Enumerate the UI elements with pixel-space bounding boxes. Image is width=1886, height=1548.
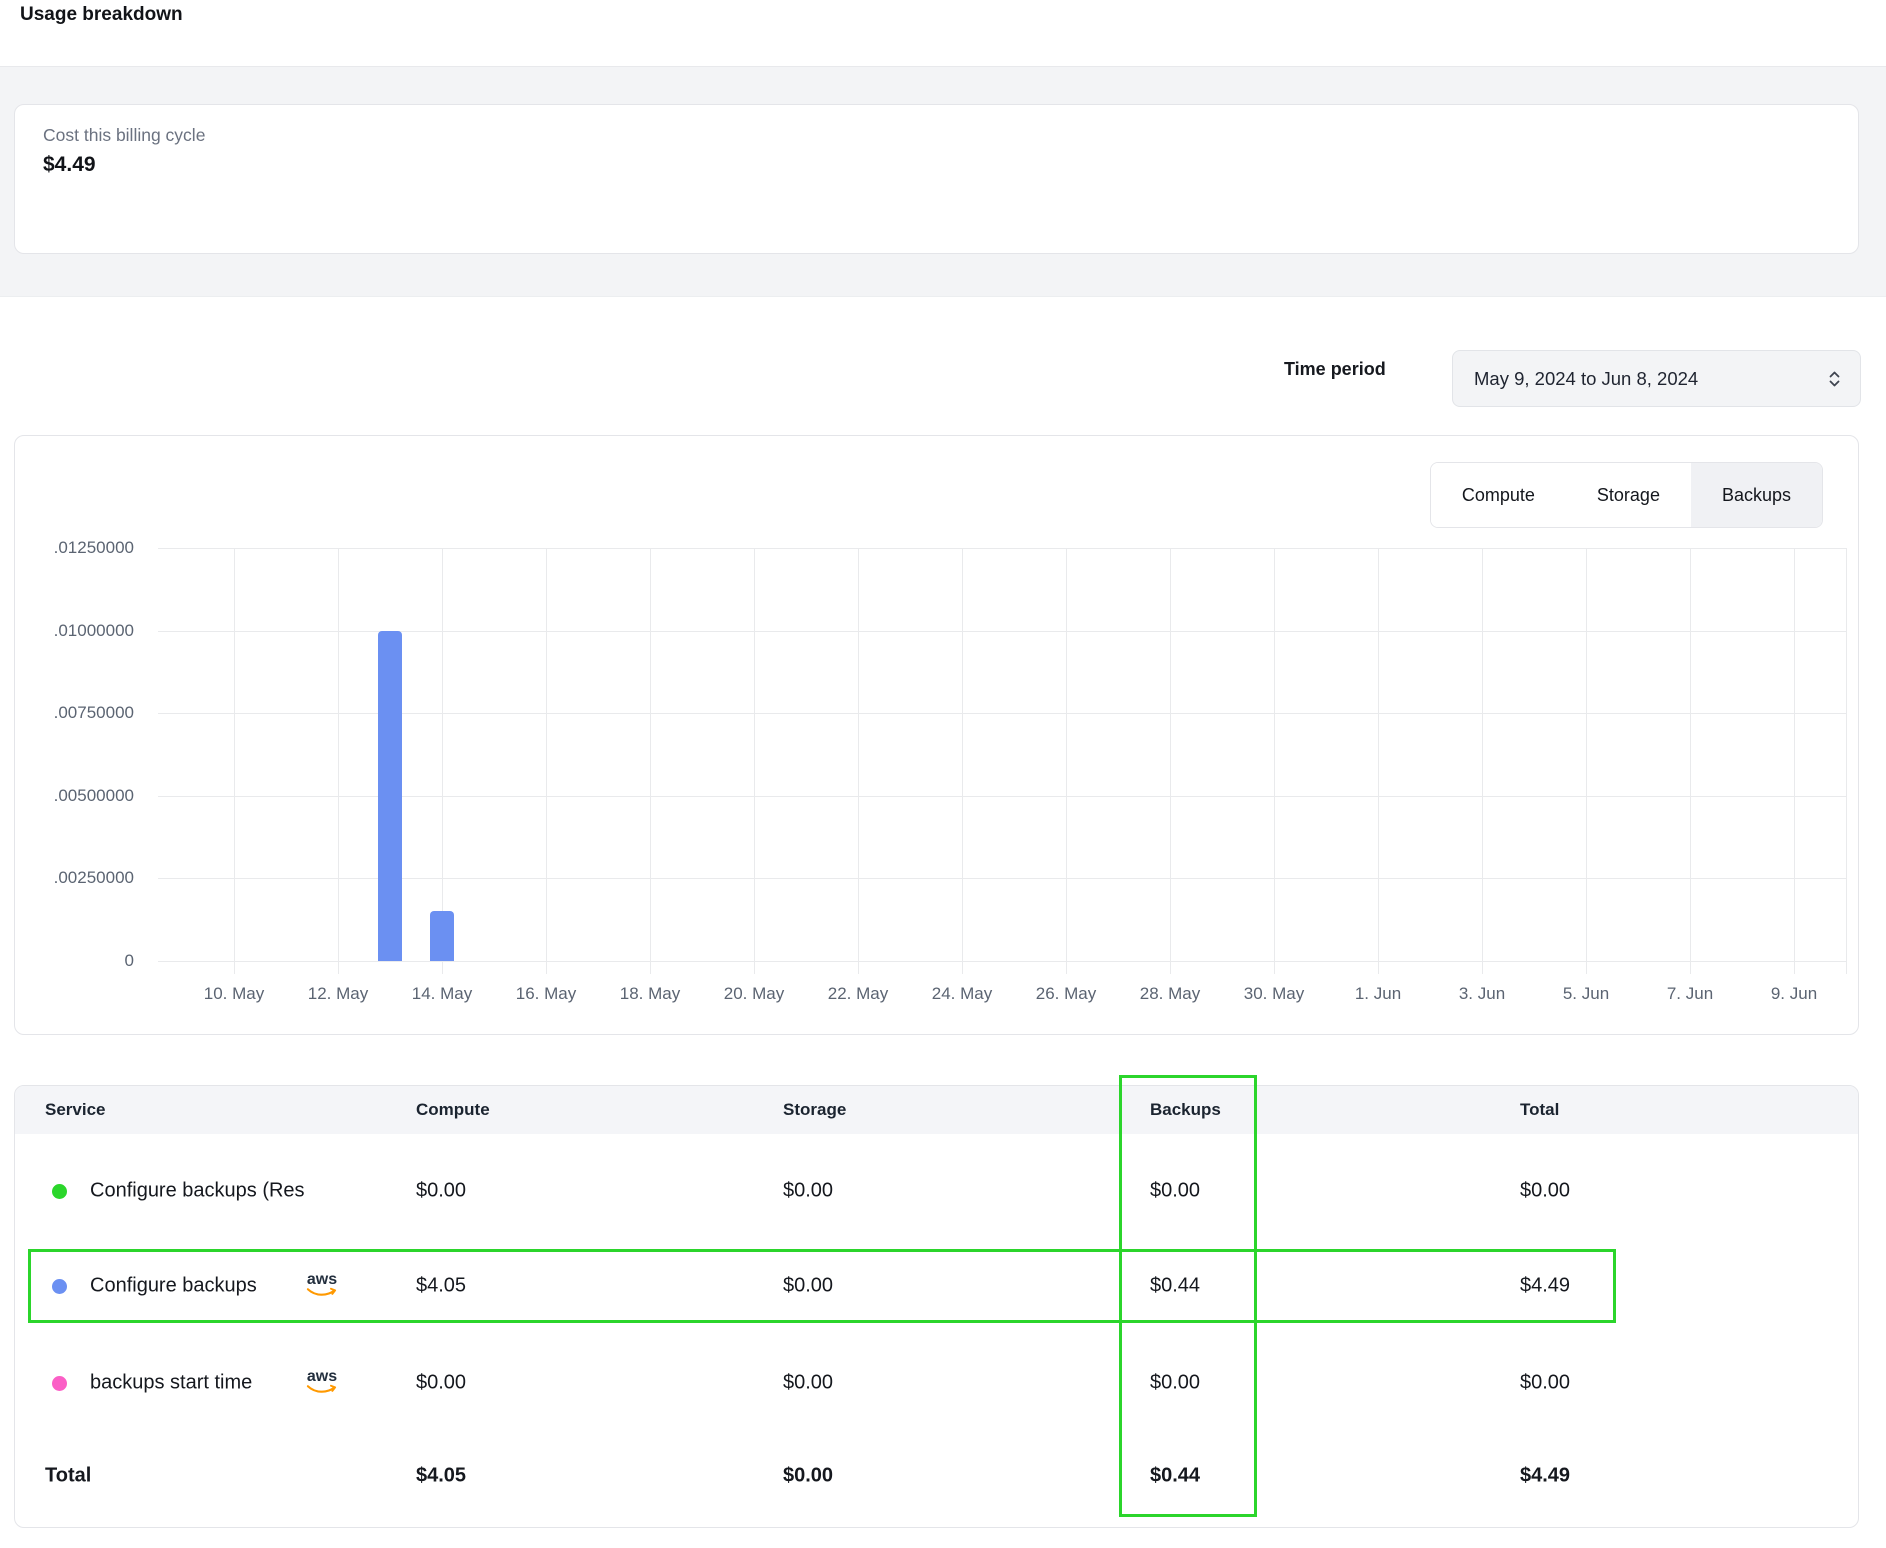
grand-total: $4.49 (1520, 1465, 1570, 1488)
gridline (442, 548, 443, 974)
backups-cost: $0.00 (1150, 1180, 1200, 1203)
x-axis-tick-label: 1. Jun (1326, 984, 1430, 1004)
y-axis-tick-label: .00750000 (15, 703, 134, 723)
column-header-total: Total (1520, 1086, 1559, 1134)
x-axis-tick-label: 28. May (1118, 984, 1222, 1004)
compute-cost: $0.00 (416, 1180, 466, 1203)
gridline (158, 548, 1846, 549)
compute-cost: $0.00 (416, 1372, 466, 1395)
total-row-label: Total (45, 1465, 91, 1488)
aws-icon: aws (303, 1370, 341, 1394)
aws-icon: aws (303, 1273, 341, 1297)
backups-cost: $0.44 (1150, 1275, 1200, 1298)
usage-table-card: Service Compute Storage Backups Total Co… (14, 1085, 1859, 1528)
x-axis-tick-label: 12. May (286, 984, 390, 1004)
column-header-storage: Storage (783, 1086, 846, 1134)
x-axis-tick-label: 7. Jun (1638, 984, 1742, 1004)
x-axis-tick-label: 26. May (1014, 984, 1118, 1004)
storage-cost: $0.00 (783, 1372, 833, 1395)
x-axis-tick-label: 22. May (806, 984, 910, 1004)
gridline (1846, 548, 1847, 974)
gridline (546, 548, 547, 974)
gridline (1170, 548, 1171, 974)
series-dot (52, 1279, 67, 1294)
x-axis-tick-label: 5. Jun (1534, 984, 1638, 1004)
gridline (1482, 548, 1483, 974)
y-axis-tick-label: .00250000 (15, 868, 134, 888)
usage-chart-card: Compute Storage Backups .01250000 .010000… (14, 435, 1859, 1035)
gridline (158, 878, 1846, 879)
table-row: backups start time aws $0.00 $0.00 $0.00… (15, 1347, 1858, 1419)
backups-cost: $0.00 (1150, 1372, 1200, 1395)
total-cost: $0.00 (1520, 1372, 1570, 1395)
series-dot (52, 1184, 67, 1199)
page-title: Usage breakdown (20, 4, 183, 26)
storage-cost: $0.00 (783, 1275, 833, 1298)
x-axis-tick-label: 9. Jun (1742, 984, 1846, 1004)
cost-card-label: Cost this billing cycle (43, 125, 1830, 146)
total-cost: $0.00 (1520, 1180, 1570, 1203)
x-axis-tick-label: 16. May (494, 984, 598, 1004)
x-axis-tick-label: 24. May (910, 984, 1014, 1004)
chart-metric-tabs: Compute Storage Backups (1430, 462, 1823, 528)
chart-bar[interactable] (378, 631, 402, 961)
x-axis-tick-label: 18. May (598, 984, 702, 1004)
compute-total: $4.05 (416, 1465, 466, 1488)
table-row: Configure backups aws $4.05 $0.00 $0.44 … (15, 1250, 1858, 1322)
x-axis-tick-label: 3. Jun (1430, 984, 1534, 1004)
gridline (962, 548, 963, 974)
compute-cost: $4.05 (416, 1275, 466, 1298)
column-header-compute: Compute (416, 1086, 490, 1134)
gridline (158, 796, 1846, 797)
gridline (158, 961, 1846, 962)
time-period-label: Time period (1284, 359, 1386, 380)
storage-cost: $0.00 (783, 1180, 833, 1203)
gridline (158, 713, 1846, 714)
y-axis-tick-label: .01000000 (15, 621, 134, 641)
gridline (1066, 548, 1067, 974)
gridline (1378, 548, 1379, 974)
gridline (1794, 548, 1795, 974)
billing-summary-band: Cost this billing cycle $4.49 (0, 66, 1886, 297)
gridline (650, 548, 651, 974)
gridline (338, 548, 339, 974)
x-axis-tick-label: 20. May (702, 984, 806, 1004)
column-header-service: Service (45, 1086, 106, 1134)
x-axis-tick-label: 14. May (390, 984, 494, 1004)
gridline (1690, 548, 1691, 974)
y-axis-tick-label: 0 (15, 951, 134, 971)
cost-card-amount: $4.49 (43, 153, 1830, 177)
total-cost: $4.49 (1520, 1275, 1570, 1298)
chevron-up-down-icon (1827, 368, 1842, 390)
table-row: Configure backups (Resto aws $0.00 $0.00… (15, 1155, 1858, 1227)
tab-compute[interactable]: Compute (1431, 463, 1566, 527)
gridline (1274, 548, 1275, 974)
chart-bar[interactable] (430, 911, 454, 961)
backups-total: $0.44 (1150, 1465, 1200, 1488)
series-dot (52, 1376, 67, 1391)
service-name: Configure backups (Resto (90, 1180, 304, 1203)
time-period-value: May 9, 2024 to Jun 8, 2024 (1474, 368, 1827, 390)
time-period-select[interactable]: May 9, 2024 to Jun 8, 2024 (1452, 350, 1861, 407)
gridline (234, 548, 235, 974)
gridline (754, 548, 755, 974)
tab-backups[interactable]: Backups (1691, 463, 1822, 527)
storage-total: $0.00 (783, 1465, 833, 1488)
y-axis-tick-label: .00500000 (15, 786, 134, 806)
x-axis-tick-label: 10. May (182, 984, 286, 1004)
tab-storage[interactable]: Storage (1566, 463, 1691, 527)
table-total-row: Total $4.05 $0.00 $0.44 $4.49 (15, 1440, 1858, 1512)
gridline (858, 548, 859, 974)
cost-card: Cost this billing cycle $4.49 (14, 104, 1859, 254)
y-axis-tick-label: .01250000 (15, 538, 134, 558)
x-axis-tick-label: 30. May (1222, 984, 1326, 1004)
gridline (1586, 548, 1587, 974)
service-name: backups start time (90, 1372, 252, 1395)
table-header-row: Service Compute Storage Backups Total (15, 1086, 1858, 1134)
column-header-backups: Backups (1150, 1086, 1221, 1134)
service-name: Configure backups (90, 1275, 257, 1298)
gridline (158, 631, 1846, 632)
